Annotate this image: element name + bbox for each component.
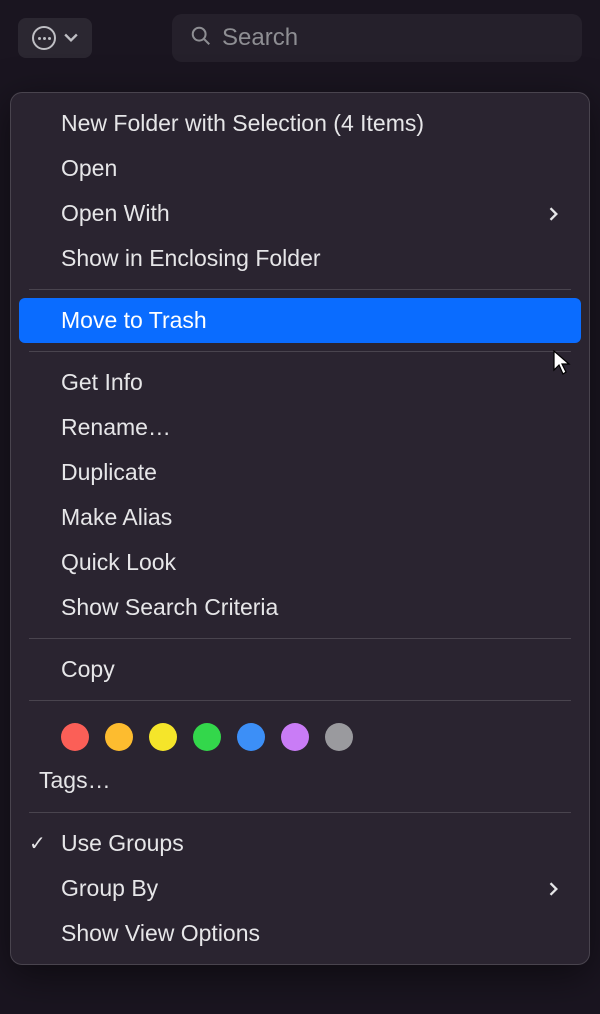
menu-show-view-options[interactable]: Show View Options	[11, 911, 589, 956]
menu-open[interactable]: Open	[11, 146, 589, 191]
menu-use-groups[interactable]: ✓ Use Groups	[11, 821, 589, 866]
more-actions-button[interactable]	[18, 18, 92, 58]
search-input[interactable]: Search	[172, 14, 582, 62]
search-icon	[190, 25, 212, 52]
menu-separator	[29, 289, 571, 290]
menu-show-search-criteria[interactable]: Show Search Criteria	[11, 585, 589, 630]
chevron-right-icon	[549, 883, 561, 895]
tag-color-row	[11, 709, 589, 761]
menu-move-to-trash[interactable]: Move to Trash	[19, 298, 581, 343]
menu-rename[interactable]: Rename…	[11, 405, 589, 450]
menu-make-alias[interactable]: Make Alias	[11, 495, 589, 540]
context-menu: New Folder with Selection (4 Items) Open…	[10, 92, 590, 965]
search-placeholder: Search	[222, 24, 298, 52]
ellipsis-circle-icon	[32, 26, 56, 50]
check-icon: ✓	[29, 831, 46, 856]
chevron-right-icon	[549, 208, 561, 220]
menu-open-with[interactable]: Open With	[11, 191, 589, 236]
tag-yellow[interactable]	[149, 723, 177, 751]
menu-show-enclosing-folder[interactable]: Show in Enclosing Folder	[11, 236, 589, 281]
chevron-down-icon	[64, 31, 78, 45]
tag-blue[interactable]	[237, 723, 265, 751]
tag-green[interactable]	[193, 723, 221, 751]
menu-duplicate[interactable]: Duplicate	[11, 450, 589, 495]
menu-separator	[29, 638, 571, 639]
tag-purple[interactable]	[281, 723, 309, 751]
menu-quick-look[interactable]: Quick Look	[11, 540, 589, 585]
tag-gray[interactable]	[325, 723, 353, 751]
menu-group-by[interactable]: Group By	[11, 866, 589, 911]
menu-separator	[29, 700, 571, 701]
toolbar: Search	[0, 0, 600, 76]
menu-copy[interactable]: Copy	[11, 647, 589, 692]
menu-get-info[interactable]: Get Info	[11, 360, 589, 405]
menu-separator	[29, 351, 571, 352]
menu-tags[interactable]: Tags…	[11, 761, 589, 804]
tag-orange[interactable]	[105, 723, 133, 751]
menu-separator	[29, 812, 571, 813]
menu-new-folder-selection[interactable]: New Folder with Selection (4 Items)	[11, 101, 589, 146]
tag-red[interactable]	[61, 723, 89, 751]
